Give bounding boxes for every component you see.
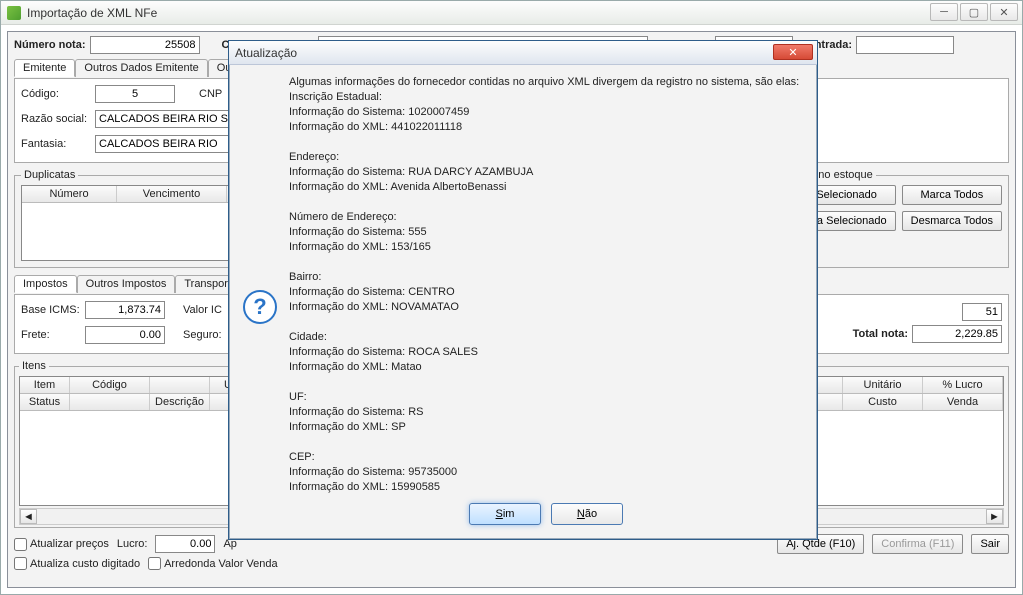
total-label: Total nota: (853, 328, 908, 340)
col-status: Status (20, 394, 70, 410)
entrada-input[interactable] (856, 36, 954, 54)
app-icon (7, 6, 21, 20)
window-buttons: ─ ▢ ✕ (930, 3, 1018, 21)
scroll-right-icon[interactable]: ► (986, 509, 1003, 524)
duplicatas-legend: Duplicatas (21, 169, 78, 181)
codigo-label: Código: (21, 88, 91, 100)
question-icon: ? (243, 290, 277, 324)
col-unitario: Unitário (843, 377, 923, 393)
sair-button[interactable]: Sair (971, 534, 1009, 554)
seguro-label: Seguro: (183, 329, 222, 341)
dialog-titlebar: Atualização ✕ (229, 41, 817, 65)
fantasia-label: Fantasia: (21, 138, 91, 150)
col-lucro: % Lucro (923, 377, 1003, 393)
lucro-label: Lucro: (117, 538, 148, 550)
tab-emitente[interactable]: Emitente (14, 59, 75, 77)
duplicatas-frame: Duplicatas Número Vencimento (14, 169, 244, 268)
numero-label: Número nota: (14, 39, 86, 51)
fantasia-input[interactable] (95, 135, 245, 153)
frete-input[interactable] (85, 326, 165, 344)
razao-input[interactable] (95, 110, 245, 128)
itens-legend: Itens (19, 360, 49, 372)
no-button[interactable]: Não (551, 503, 623, 525)
desmarca-todos-button[interactable]: Desmarca Todos (902, 211, 1002, 231)
col-blank1 (150, 377, 210, 393)
titlebar: Importação de XML NFe ─ ▢ ✕ (1, 1, 1022, 25)
col-descricao: Descrição (150, 394, 210, 410)
dialog-title: Atualização (235, 46, 297, 60)
dialog-message: Algumas informações do fornecedor contid… (289, 75, 803, 495)
total-input[interactable] (912, 325, 1002, 343)
close-button[interactable]: ✕ (990, 3, 1018, 21)
confirma-button[interactable]: Confirma (F11) (872, 534, 963, 554)
lucro-input[interactable] (155, 535, 215, 553)
dup-col-numero: Número (22, 186, 117, 202)
arredonda-check[interactable]: Arredonda Valor Venda (148, 557, 278, 570)
atualizar-precos-check[interactable]: Atualizar preços (14, 538, 109, 551)
dialog-buttons: Sim Não (289, 495, 803, 531)
razao-label: Razão social: (21, 113, 91, 125)
extra-input[interactable] (962, 303, 1002, 321)
col-venda: Venda (923, 394, 1003, 410)
numero-input[interactable] (90, 36, 200, 54)
tab-outros-dados[interactable]: Outros Dados Emitente (75, 59, 207, 77)
atualizar-precos-label: Atualizar preços (30, 538, 109, 550)
codigo-input[interactable] (95, 85, 175, 103)
yes-button[interactable]: Sim (469, 503, 541, 525)
cnpj-label: CNP (199, 88, 222, 100)
maximize-button[interactable]: ▢ (960, 3, 988, 21)
dup-col-venc: Vencimento (117, 186, 227, 202)
minimize-button[interactable]: ─ (930, 3, 958, 21)
col-codigo: Código (70, 377, 150, 393)
update-dialog: Atualização ✕ ? Algumas informações do f… (228, 40, 818, 540)
baseicms-label: Base ICMS: (21, 304, 81, 316)
atualiza-custo-label: Atualiza custo digitado (30, 558, 140, 570)
dialog-close-button[interactable]: ✕ (773, 44, 813, 60)
window-title: Importação de XML NFe (27, 6, 157, 20)
tab-impostos[interactable]: Impostos (14, 275, 77, 293)
col-item: Item (20, 377, 70, 393)
valoric-label: Valor IC (183, 304, 222, 316)
scroll-left-icon[interactable]: ◄ (20, 509, 37, 524)
atualiza-custo-check[interactable]: Atualiza custo digitado (14, 557, 140, 570)
col-custo: Custo (843, 394, 923, 410)
col-b1 (70, 394, 150, 410)
arredonda-label: Arredonda Valor Venda (164, 558, 278, 570)
duplicatas-grid[interactable]: Número Vencimento (21, 185, 237, 261)
tab-outros-impostos[interactable]: Outros Impostos (77, 275, 176, 293)
frete-label: Frete: (21, 329, 81, 341)
baseicms-input[interactable] (85, 301, 165, 319)
marca-todos-button[interactable]: Marca Todos (902, 185, 1002, 205)
